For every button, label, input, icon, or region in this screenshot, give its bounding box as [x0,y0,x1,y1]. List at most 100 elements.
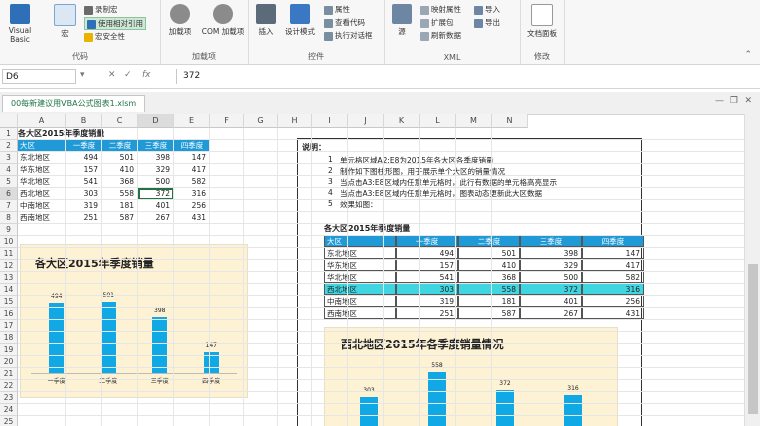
xml-source-button[interactable]: 源 [390,4,414,37]
row-header[interactable]: 25 [0,416,18,426]
column-header[interactable]: D [138,114,174,128]
row-header[interactable]: 7 [0,200,18,212]
row-header[interactable]: 11 [0,248,18,260]
row-header[interactable]: 17 [0,320,18,332]
row-header[interactable]: 3 [0,152,18,164]
column-header[interactable]: E [174,114,210,128]
macro-button[interactable]: 宏 [54,4,76,39]
table-cell[interactable]: 西北地区 [324,283,396,295]
relative-ref-button[interactable]: 使用相对引用 [84,17,146,30]
table-header-cell[interactable]: 四季度 [582,235,644,247]
close-icon[interactable]: ✕ [744,96,752,106]
table-cell[interactable]: 157 [396,259,458,271]
select-all-corner[interactable] [0,114,18,128]
table-cell[interactable]: 316 [582,283,644,295]
column-header[interactable]: K [384,114,420,128]
row-header[interactable]: 9 [0,224,18,236]
table-header-cell[interactable]: 大区 [324,235,396,247]
table-cell[interactable]: 181 [458,295,520,307]
column-header[interactable]: B [66,114,102,128]
bar[interactable] [496,390,514,426]
name-box[interactable]: D6 [2,69,76,84]
column-header[interactable]: J [348,114,384,128]
table-header-cell[interactable]: 一季度 [396,235,458,247]
import-button[interactable]: 导入 [474,4,500,15]
row-header[interactable]: 5 [0,176,18,188]
table-cell[interactable]: 东北地区 [324,247,396,259]
insert-function-button[interactable]: fx [142,70,151,80]
table-cell[interactable]: 147 [582,247,644,259]
bar[interactable] [564,395,582,426]
chart-region-sales[interactable]: 西北地区2015年各季度销量情况 303一季度558二季度372三季度316四季… [324,327,618,426]
design-mode-button[interactable]: 设计模式 [282,4,318,37]
com-addins-button[interactable]: COM 加载项 [200,4,246,37]
table-cell[interactable]: 267 [520,307,582,319]
workbook-tab[interactable]: 00每新建议用VBA公式图表1.xlsm [2,95,146,112]
row-header[interactable]: 23 [0,392,18,404]
view-code-button[interactable]: 查看代码 [324,17,365,28]
collapse-ribbon-icon[interactable]: ⌃ [744,50,752,60]
row-header[interactable]: 8 [0,212,18,224]
row-header[interactable]: 14 [0,284,18,296]
table-cell[interactable]: 华北地区 [324,271,396,283]
restore-icon[interactable]: ❐ [730,96,738,106]
table-cell[interactable]: 372 [520,283,582,295]
worksheet-grid[interactable]: 各大区2015年季度销量 大区 一季度 二季度 三季度 四季度 东北地区 494 501 398 1… [0,114,760,426]
row-header[interactable]: 12 [0,260,18,272]
row-header[interactable]: 20 [0,356,18,368]
export-button[interactable]: 导出 [474,17,500,28]
addins-button[interactable]: 加载项 [162,4,198,37]
column-header[interactable]: G [244,114,278,128]
macro-security-button[interactable]: 宏安全性 [84,31,125,42]
bar[interactable] [100,301,116,373]
enter-icon[interactable]: ✓ [124,70,132,80]
bar[interactable] [49,302,65,373]
row-header[interactable]: 15 [0,296,18,308]
row-header[interactable]: 19 [0,344,18,356]
row-header[interactable]: 22 [0,380,18,392]
formula-input[interactable]: 372 [176,69,754,84]
row-header[interactable]: 24 [0,404,18,416]
document-panel-button[interactable]: 文档面板 [522,4,562,39]
row-header[interactable]: 2 [0,140,18,152]
map-properties-button[interactable]: 映射属性 [420,4,461,15]
table-cell[interactable]: 558 [458,283,520,295]
scrollbar-thumb[interactable] [748,264,758,414]
row-header[interactable]: 4 [0,164,18,176]
table-header-cell[interactable]: 三季度 [520,235,582,247]
table-cell[interactable]: 329 [520,259,582,271]
column-header[interactable]: N [492,114,528,128]
table-cell[interactable]: 319 [396,295,458,307]
run-dialog-button[interactable]: 执行对话框 [324,30,373,41]
table-cell[interactable]: 501 [458,247,520,259]
namebox-dropdown-icon[interactable]: ▾ [80,70,85,80]
table-cell[interactable]: 368 [458,271,520,283]
column-header[interactable]: A [18,114,66,128]
table-cell[interactable]: 417 [582,259,644,271]
vertical-scrollbar[interactable] [744,114,760,426]
column-header[interactable]: C [102,114,138,128]
visual-basic-button[interactable]: Visual Basic [2,4,38,44]
table-cell[interactable]: 582 [582,271,644,283]
row-header[interactable]: 6 [0,188,18,200]
bar[interactable] [152,316,168,373]
minimize-icon[interactable]: — [715,96,724,106]
table-cell[interactable]: 303 [396,283,458,295]
table-cell[interactable]: 西南地区 [324,307,396,319]
insert-control-button[interactable]: 插入 [252,4,280,37]
column-header[interactable]: H [278,114,312,128]
column-header[interactable]: I [312,114,348,128]
row-header[interactable]: 21 [0,368,18,380]
row-header[interactable]: 13 [0,272,18,284]
table-cell[interactable]: 500 [520,271,582,283]
cancel-icon[interactable]: ✕ [108,70,116,80]
properties-button[interactable]: 属性 [324,4,350,15]
bar[interactable] [360,396,378,426]
row-header[interactable]: 1 [0,128,18,140]
table-cell[interactable]: 华东地区 [324,259,396,271]
row-header[interactable]: 16 [0,308,18,320]
chart-quarterly-sales[interactable]: 各大区2015年季度销量 494一季度501二季度398三季度147四季度 [20,244,248,398]
table-cell[interactable]: 410 [458,259,520,271]
table-cell[interactable]: 251 [396,307,458,319]
table-cell[interactable]: 中南地区 [324,295,396,307]
